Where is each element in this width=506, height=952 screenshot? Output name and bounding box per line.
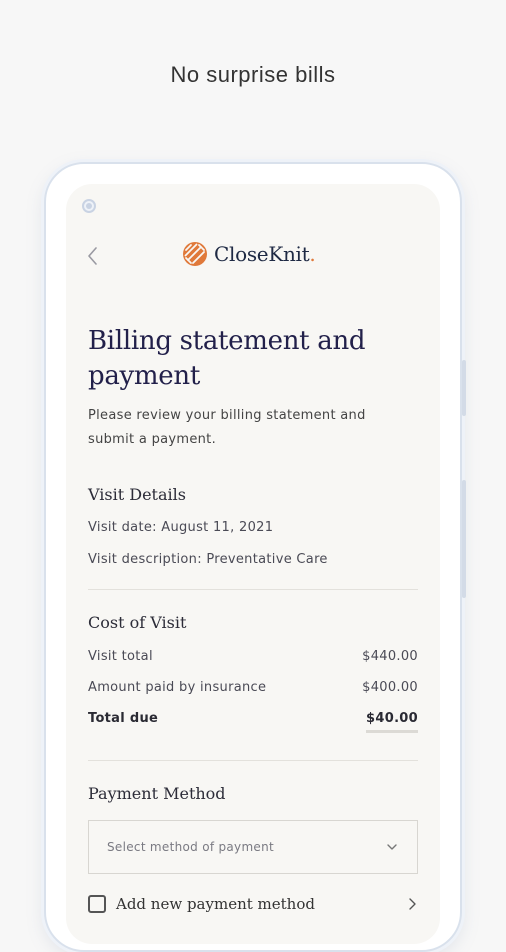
cost-row-visit-total: Visit total $440.00 — [88, 649, 418, 664]
brand-name: CloseKnit. — [214, 242, 316, 266]
page-subtitle-line2: submit a payment. — [88, 432, 217, 447]
cost-of-visit-heading: Cost of Visit — [88, 613, 187, 632]
phone-side-button — [462, 480, 466, 598]
back-button[interactable] — [84, 242, 104, 270]
phone-frame: CloseKnit. Billing statement and payment… — [44, 162, 466, 952]
closeknit-logo-icon — [183, 242, 207, 266]
payment-method-placeholder: Select method of payment — [107, 840, 275, 854]
chevron-right-icon — [409, 898, 416, 910]
add-payment-label: Add new payment method — [116, 895, 315, 913]
total-due-label: Total due — [88, 711, 159, 726]
page-title-line2: payment — [88, 361, 200, 391]
promo-headline: No surprise bills — [170, 62, 336, 87]
brand-header: CloseKnit. — [182, 241, 316, 267]
cost-label: Visit total — [88, 649, 153, 664]
total-due-amount: $40.00 — [366, 711, 418, 733]
payment-method-select[interactable]: Select method of payment — [88, 820, 418, 874]
page-title-line1: Billing statement and — [88, 326, 366, 356]
cost-label: Amount paid by insurance — [88, 680, 267, 695]
payment-method-heading: Payment Method — [88, 784, 226, 803]
page-title: Billing statement and payment — [88, 324, 418, 394]
cost-amount: $440.00 — [362, 649, 418, 664]
camera-icon — [82, 199, 96, 213]
add-payment-checkbox[interactable] — [88, 895, 106, 913]
chevron-down-icon — [387, 844, 397, 850]
app-screen: CloseKnit. Billing statement and payment… — [66, 184, 440, 944]
page-subtitle: Please review your billing statement and… — [88, 404, 418, 452]
billing-content: Billing statement and payment Please rev… — [88, 324, 418, 452]
cost-row-insurance: Amount paid by insurance $400.00 — [88, 680, 418, 695]
back-chevron-icon — [88, 247, 97, 265]
brand-name-text: CloseKnit — [214, 242, 310, 266]
add-payment-method-row[interactable]: Add new payment method — [88, 895, 418, 913]
brand-dot: . — [309, 242, 316, 266]
visit-description: Visit description: Preventative Care — [88, 552, 328, 567]
divider — [88, 589, 418, 590]
divider — [88, 760, 418, 761]
visit-details-heading: Visit Details — [88, 485, 186, 504]
visit-date: Visit date: August 11, 2021 — [88, 520, 274, 535]
phone-volume-button — [462, 360, 466, 416]
cost-row-total-due: Total due $40.00 — [88, 711, 418, 733]
cost-amount: $400.00 — [362, 680, 418, 695]
page-subtitle-line1: Please review your billing statement and — [88, 408, 366, 423]
